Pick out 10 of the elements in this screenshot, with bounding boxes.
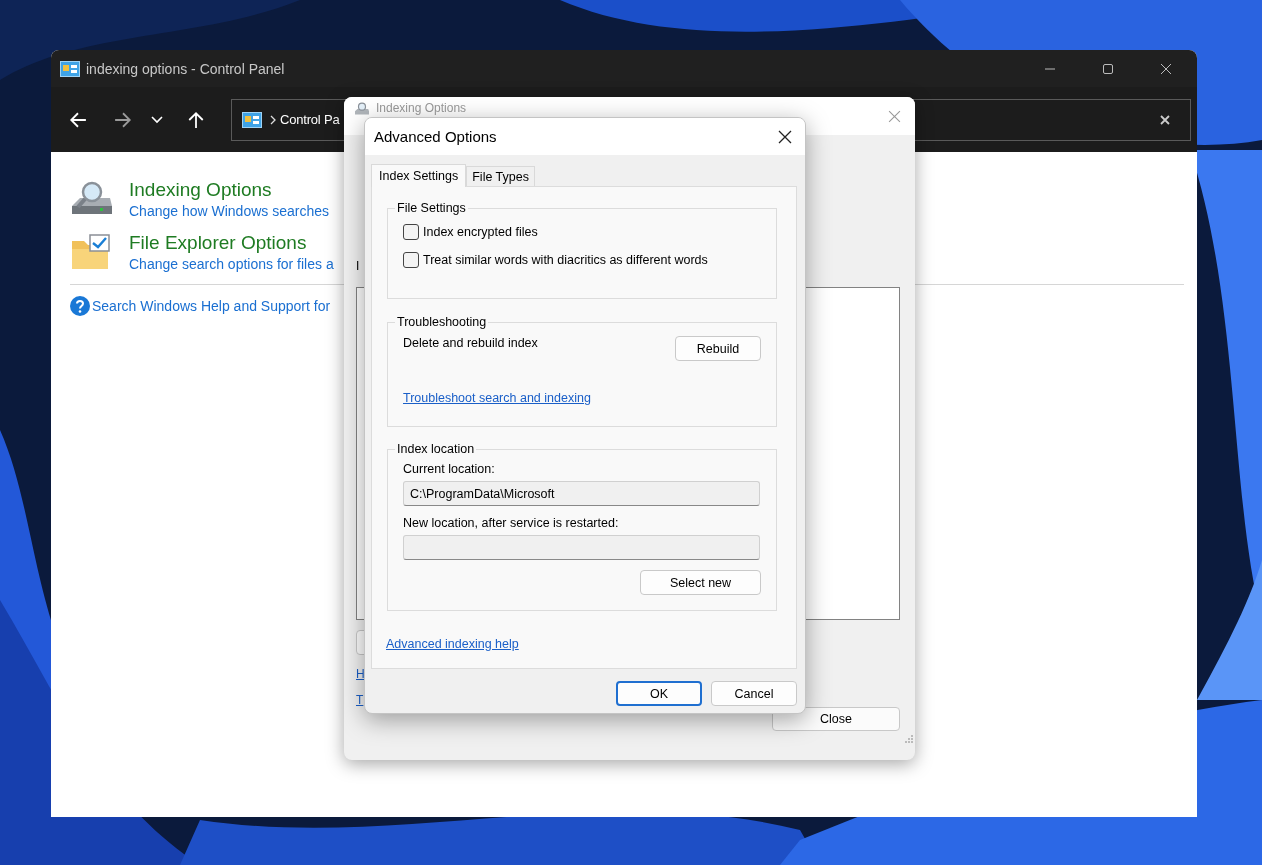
description-text: Delete and rebuild index bbox=[403, 336, 538, 350]
field-label: Current location: bbox=[403, 462, 495, 476]
window-title: indexing options - Control Panel bbox=[86, 60, 285, 77]
dialog-title: Indexing Options bbox=[376, 101, 467, 115]
group-label: Index location bbox=[396, 442, 476, 456]
group-label: File Settings bbox=[396, 201, 467, 215]
group-label: Troubleshooting bbox=[396, 315, 488, 329]
field-label: New location, after service is restarted: bbox=[403, 516, 619, 530]
label: I bbox=[356, 259, 360, 273]
dialog-title: Advanced Options bbox=[374, 128, 497, 145]
